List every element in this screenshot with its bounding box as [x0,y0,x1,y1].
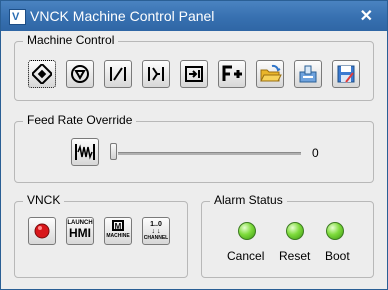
single-block-icon [148,67,164,81]
channel-button[interactable]: 1..0 ↓ ↓ CHANNEL [142,217,170,245]
cancel-led-icon [238,222,256,240]
launch-hmi-button[interactable]: LAUNCH HMI [66,217,94,245]
feed-rate-label: Feed Rate Override [23,113,137,127]
open-folder-button[interactable] [256,60,284,88]
feed-rate-value: 0 [312,146,319,160]
f-plus-button[interactable] [218,60,246,88]
cycle-start-button[interactable] [28,60,56,88]
vnck-power-button[interactable] [28,217,56,245]
program-select-button[interactable] [180,60,208,88]
alarm-status-group: Alarm Status [201,193,374,278]
channel-top: 1..0 [150,221,162,228]
feed-rate-button[interactable] [71,138,99,166]
title-bar[interactable]: V VNCK Machine Control Panel ✕ [1,1,387,31]
machine-label: MACHINE [106,233,130,239]
cycle-stop-button[interactable] [66,60,94,88]
alarm-cancel-label: Cancel [227,249,265,263]
alarm-status-label: Alarm Status [210,193,287,207]
save-button[interactable] [332,60,360,88]
cycle-stop-icon [71,65,89,83]
feed-hold-button[interactable] [104,60,132,88]
open-folder-icon [260,64,282,82]
load-tool-button[interactable] [294,60,322,88]
alarm-boot-label: Boot [325,249,350,263]
reset-led-icon [286,222,304,240]
hmi-label: HMI [69,226,91,240]
save-icon [337,65,355,83]
feed-hold-icon [110,67,126,81]
red-led-icon [34,223,50,239]
channel-label: CHANNEL [143,235,169,241]
close-icon[interactable]: ✕ [360,6,373,26]
feed-rate-slider-thumb[interactable] [110,143,117,160]
main-window: V VNCK Machine Control Panel ✕ Machine C… [0,0,388,290]
boot-led-icon [326,222,344,240]
cycle-start-icon [32,64,52,84]
machine-button[interactable]: M MACHINE [104,217,132,245]
machine-control-label: Machine Control [23,33,119,47]
single-block-button[interactable] [142,60,170,88]
vnck-label: VNCK [23,193,65,207]
window-title: VNCK Machine Control Panel [30,8,215,24]
app-logo-icon: V [9,9,26,25]
feed-rate-slider-track[interactable] [118,152,301,155]
channel-icon: 1..0 ↓ ↓ CHANNEL [143,221,169,241]
load-tool-icon [299,65,317,83]
feed-rate-wave-icon [75,144,95,160]
f-plus-icon [222,65,242,81]
program-select-icon [185,66,203,82]
launch-hmi-icon: LAUNCH HMI [67,220,93,240]
machine-icon: M MACHINE [106,220,130,239]
alarm-reset-label: Reset [279,249,311,263]
